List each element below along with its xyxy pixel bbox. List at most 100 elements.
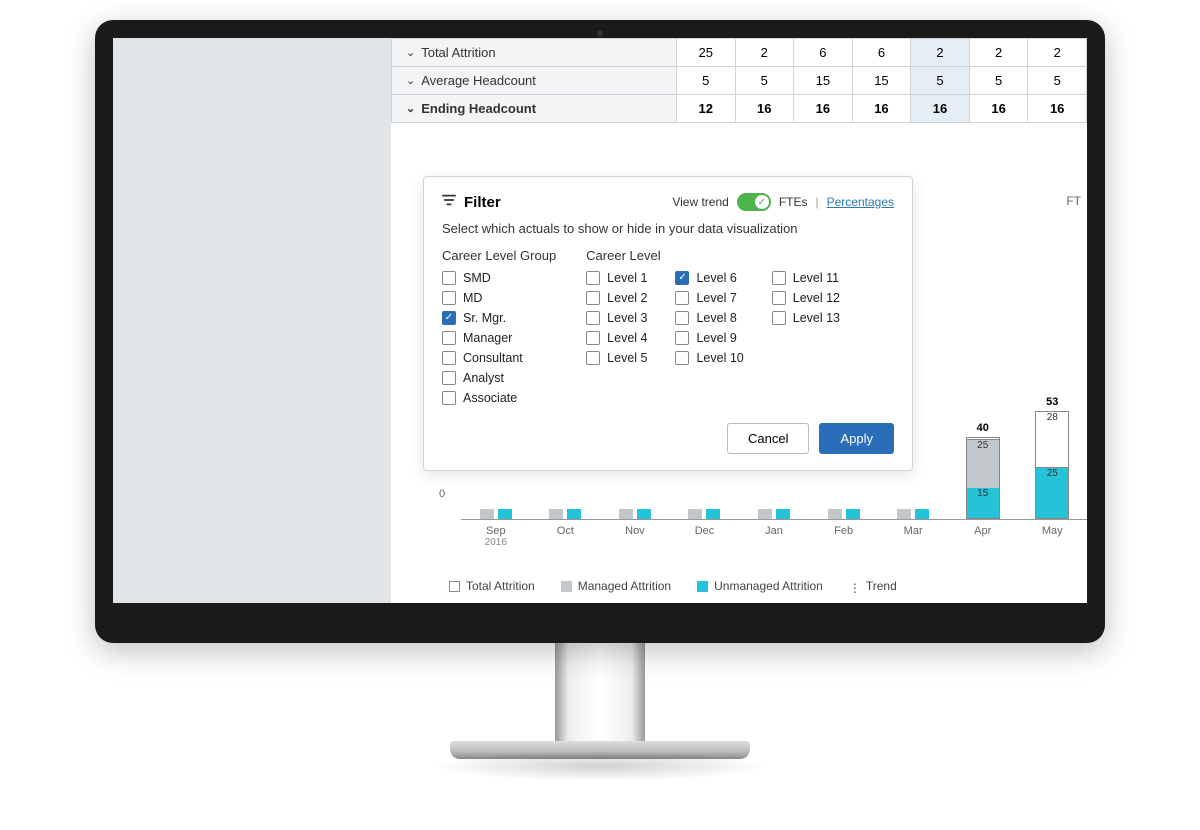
chevron-down-icon: ⌄ [406, 74, 415, 87]
table-cell: 6 [794, 39, 853, 67]
checkbox-analyst[interactable]: Analyst [442, 371, 556, 385]
stacked-bar: 532528 [1035, 411, 1069, 519]
monitor-frame: ⌄Total Attrition25266222⌄Average Headcou… [95, 20, 1105, 643]
table-cell: 2 [911, 39, 970, 67]
x-axis-month: Sep2016 [461, 525, 531, 548]
checkbox-label: Level 12 [793, 291, 840, 305]
filter-title: Filter [442, 193, 501, 211]
checkbox-level-12[interactable]: Level 12 [772, 291, 840, 305]
checkbox-sr-mgr-[interactable]: Sr. Mgr. [442, 311, 556, 325]
checkbox-label: Level 8 [696, 311, 736, 325]
bar-total-label: 40 [977, 422, 989, 434]
x-axis-month: Mar [878, 525, 948, 548]
checkbox-label: Level 2 [607, 291, 647, 305]
career-level-group-header: Career Level Group [442, 248, 556, 263]
checkbox-level-13[interactable]: Level 13 [772, 311, 840, 325]
table-cell: 5 [969, 67, 1028, 95]
checkbox-label: Analyst [463, 371, 504, 385]
table-cell: 5 [1028, 67, 1087, 95]
checkbox-label: Associate [463, 391, 517, 405]
fte-label-right: FT [1066, 194, 1081, 208]
legend-trend: Trend [866, 579, 897, 593]
checkbox-level-3[interactable]: Level 3 [586, 311, 647, 325]
x-axis-month: Feb [809, 525, 879, 548]
cancel-button[interactable]: Cancel [727, 423, 809, 454]
checkbox-md[interactable]: MD [442, 291, 556, 305]
checkbox-consultant[interactable]: Consultant [442, 351, 556, 365]
legend-total-swatch [449, 581, 460, 592]
checkbox-label: Level 1 [607, 271, 647, 285]
table-row-label[interactable]: ⌄Average Headcount [392, 67, 677, 95]
percentages-toggle[interactable]: Percentages [827, 195, 894, 209]
checkbox-icon [675, 311, 689, 325]
checkbox-associate[interactable]: Associate [442, 391, 556, 405]
checkbox-icon [442, 351, 456, 365]
x-axis-month: Nov [600, 525, 670, 548]
checkbox-level-2[interactable]: Level 2 [586, 291, 647, 305]
x-axis-month: Jan [739, 525, 809, 548]
checkbox-icon [772, 311, 786, 325]
table-cell: 16 [852, 95, 911, 123]
checkbox-label: Level 10 [696, 351, 743, 365]
checkbox-manager[interactable]: Manager [442, 331, 556, 345]
legend-total: Total Attrition [466, 579, 535, 593]
table-cell: 2 [735, 39, 794, 67]
legend-trend-swatch: ⋮ [849, 581, 860, 592]
checkbox-label: Level 4 [607, 331, 647, 345]
checkbox-icon [442, 391, 456, 405]
ftes-toggle[interactable]: FTEs [779, 195, 808, 209]
bar-slot: 401525 [948, 359, 1018, 519]
checkbox-level-9[interactable]: Level 9 [675, 331, 743, 345]
filter-icon [442, 193, 456, 211]
checkbox-level-10[interactable]: Level 10 [675, 351, 743, 365]
checkbox-label: Consultant [463, 351, 523, 365]
table-cell: 15 [852, 67, 911, 95]
checkbox-icon [442, 371, 456, 385]
checkbox-icon [586, 291, 600, 305]
legend-managed: Managed Attrition [578, 579, 671, 593]
table-row-label[interactable]: ⌄Total Attrition [392, 39, 677, 67]
checkbox-icon [586, 351, 600, 365]
table-cell: 2 [969, 39, 1028, 67]
checkbox-level-6[interactable]: Level 6 [675, 271, 743, 285]
legend-managed-swatch [561, 581, 572, 592]
checkbox-icon [675, 271, 689, 285]
view-trend-label: View trend [672, 195, 728, 209]
checkbox-label: Sr. Mgr. [463, 311, 506, 325]
checkbox-smd[interactable]: SMD [442, 271, 556, 285]
checkbox-label: Manager [463, 331, 512, 345]
sidebar [113, 38, 391, 603]
checkbox-label: Level 5 [607, 351, 647, 365]
table-cell: 5 [911, 67, 970, 95]
table-cell: 5 [735, 67, 794, 95]
checkbox-label: Level 9 [696, 331, 736, 345]
main-content: ⌄Total Attrition25266222⌄Average Headcou… [391, 38, 1087, 603]
apply-button[interactable]: Apply [819, 423, 894, 454]
checkbox-level-11[interactable]: Level 11 [772, 271, 840, 285]
stacked-bar: 401525 [966, 437, 1000, 519]
x-axis-month: Dec [670, 525, 740, 548]
view-trend-toggle[interactable]: ✓ [737, 193, 771, 211]
filter-instruction: Select which actuals to show or hide in … [442, 221, 894, 236]
table-cell: 16 [911, 95, 970, 123]
checkbox-icon [586, 271, 600, 285]
legend-unmanaged: Unmanaged Attrition [714, 579, 823, 593]
checkbox-level-8[interactable]: Level 8 [675, 311, 743, 325]
table-cell: 6 [852, 39, 911, 67]
y-axis-zero: 0 [439, 488, 445, 500]
checkbox-icon [442, 331, 456, 345]
checkbox-level-7[interactable]: Level 7 [675, 291, 743, 305]
checkbox-label: Level 3 [607, 311, 647, 325]
checkbox-level-5[interactable]: Level 5 [586, 351, 647, 365]
table-row-label[interactable]: ⌄Ending Headcount [392, 95, 677, 123]
chevron-down-icon: ⌄ [406, 102, 415, 115]
checkbox-level-4[interactable]: Level 4 [586, 331, 647, 345]
table-cell: 16 [1028, 95, 1087, 123]
table-cell: 5 [676, 67, 735, 95]
screen: ⌄Total Attrition25266222⌄Average Headcou… [113, 38, 1087, 603]
table-cell: 12 [676, 95, 735, 123]
checkbox-icon [772, 291, 786, 305]
table-cell: 15 [794, 67, 853, 95]
table-cell: 16 [735, 95, 794, 123]
checkbox-level-1[interactable]: Level 1 [586, 271, 647, 285]
